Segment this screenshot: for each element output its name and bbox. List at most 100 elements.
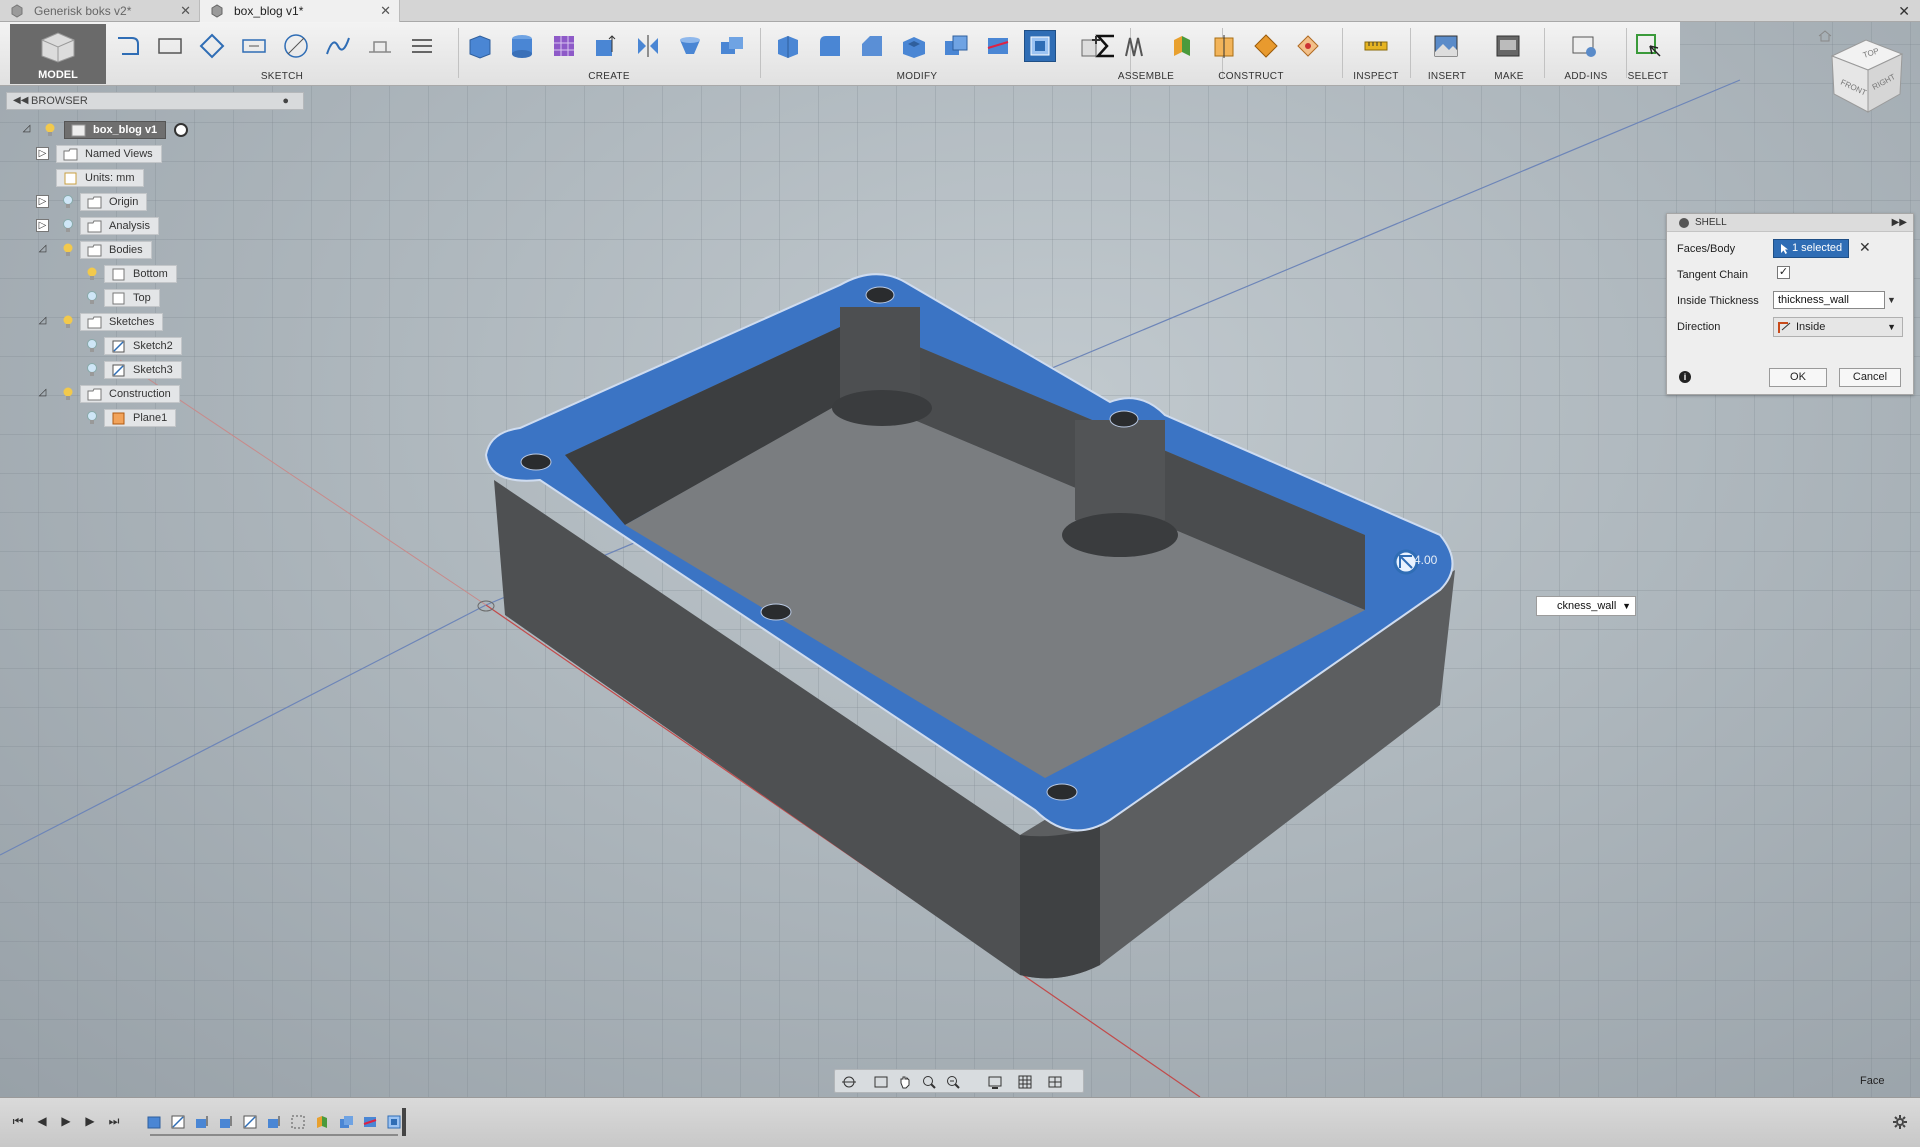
tab-box-blog[interactable]: box_blog v1* ✕ <box>200 0 400 22</box>
rectangle-tool-button[interactable] <box>154 30 186 62</box>
collapse-icon[interactable]: ◀◀ <box>13 93 28 109</box>
lightbulb-icon[interactable] <box>62 243 74 257</box>
lightbulb-icon[interactable] <box>86 291 98 305</box>
pan-hand-icon[interactable] <box>897 1074 913 1090</box>
collapse-icon[interactable]: ◿ <box>36 315 49 328</box>
mirror-button[interactable] <box>632 30 664 62</box>
joint-button[interactable] <box>1118 30 1150 62</box>
collapse-icon[interactable]: ◿ <box>36 243 49 256</box>
collapse-icon[interactable] <box>1679 218 1689 228</box>
lightbulb-icon[interactable] <box>62 387 74 401</box>
fillet-button[interactable] <box>814 30 846 62</box>
tree-node[interactable]: Named Views <box>56 145 162 163</box>
timeline-extrude-icon[interactable] <box>146 1114 162 1130</box>
lightbulb-icon[interactable] <box>86 411 98 425</box>
timeline-marker[interactable] <box>402 1108 406 1136</box>
addins-menu-label[interactable]: ADD-INS <box>1550 71 1622 82</box>
tree-node[interactable]: Sketch3 <box>104 361 182 379</box>
close-icon[interactable]: ✕ <box>380 0 391 22</box>
timeline-pattern-icon[interactable] <box>290 1114 306 1130</box>
timeline-pressPull-icon[interactable] <box>194 1114 210 1130</box>
collapse-icon[interactable]: ◿ <box>36 387 49 400</box>
tree-node[interactable]: Construction <box>80 385 180 403</box>
close-icon[interactable]: ✕ <box>180 0 191 22</box>
lightbulb-icon[interactable] <box>86 363 98 377</box>
measure-button[interactable] <box>1360 30 1392 62</box>
hole-button[interactable] <box>674 30 706 62</box>
timeline-shell-icon[interactable] <box>386 1114 402 1130</box>
select-button[interactable] <box>1632 30 1664 62</box>
timeline-plane-icon[interactable] <box>314 1114 330 1130</box>
expand-arrow-icon[interactable]: ▶▶ <box>1892 214 1907 232</box>
line-tool-button[interactable] <box>112 30 144 62</box>
chevron-down-icon[interactable]: ▼ <box>1887 291 1896 309</box>
insert-image-button[interactable] <box>1430 30 1462 62</box>
ok-button[interactable]: OK <box>1769 368 1827 387</box>
timeline-pressPull-icon[interactable] <box>218 1114 234 1130</box>
look-at-icon[interactable] <box>873 1074 889 1090</box>
minimize-icon[interactable]: ● <box>282 93 289 109</box>
dialog-header[interactable]: SHELL ▶▶ <box>1667 214 1913 232</box>
polygon-tool-button[interactable] <box>196 30 228 62</box>
tree-node[interactable]: Origin <box>80 193 148 211</box>
offset-plane-button[interactable] <box>1166 30 1198 62</box>
zoom-window-icon[interactable] <box>945 1074 961 1090</box>
go-to-end-icon[interactable]: ⏭ <box>106 1113 122 1129</box>
pattern-button[interactable] <box>716 30 748 62</box>
insert-menu-label[interactable]: INSERT <box>1416 71 1478 82</box>
tree-node[interactable]: Analysis <box>80 217 159 235</box>
cancel-button[interactable]: Cancel <box>1839 368 1901 387</box>
expand-icon[interactable]: ▷ <box>36 219 49 232</box>
modify-menu-label[interactable]: MODIFY <box>772 71 1062 82</box>
inside-thickness-input[interactable]: thickness_wall <box>1773 291 1885 309</box>
revolve-button[interactable] <box>506 30 538 62</box>
axis-button[interactable] <box>1250 30 1282 62</box>
point-button[interactable] <box>1292 30 1324 62</box>
grid-icon[interactable] <box>1017 1074 1033 1090</box>
activate-radio-icon[interactable] <box>174 123 188 137</box>
orbit-icon[interactable] <box>841 1074 857 1090</box>
direction-select[interactable]: Inside ▼ <box>1773 317 1903 337</box>
floating-thickness-input[interactable]: ckness_wall ▼ <box>1536 596 1636 616</box>
midplane-button[interactable] <box>1208 30 1240 62</box>
create-menu-label[interactable]: CREATE <box>464 71 754 82</box>
step-back-icon[interactable]: ◀ <box>34 1113 50 1129</box>
shell-tool-button[interactable] <box>898 30 930 62</box>
timeline-pressPull-icon[interactable] <box>266 1114 282 1130</box>
tree-node[interactable]: Bottom <box>104 265 177 283</box>
gear-icon[interactable] <box>1892 1114 1908 1130</box>
sketch-dimension-button[interactable] <box>406 30 438 62</box>
spline-tool-button[interactable] <box>322 30 354 62</box>
tab-generisk-boks[interactable]: Generisk boks v2* ✕ <box>0 0 200 22</box>
lightbulb-icon[interactable] <box>62 195 74 209</box>
clear-selection-icon[interactable]: ✕ <box>1859 239 1871 256</box>
split-body-button[interactable] <box>982 30 1014 62</box>
chamfer-button[interactable] <box>856 30 888 62</box>
go-to-start-icon[interactable]: ⏮ <box>10 1113 26 1129</box>
timeline-split-icon[interactable] <box>362 1114 378 1130</box>
timeline-sketch-icon[interactable] <box>242 1114 258 1130</box>
expand-icon[interactable]: ◿ <box>20 123 33 136</box>
play-icon[interactable]: ▶ <box>58 1113 74 1129</box>
tree-node[interactable]: box_blog v1 <box>64 121 167 139</box>
tree-node[interactable]: Plane1 <box>104 409 177 427</box>
tree-node[interactable]: Sketches <box>80 313 164 331</box>
tree-node[interactable]: Units: mm <box>56 169 144 187</box>
timeline-sketch-icon[interactable] <box>170 1114 186 1130</box>
viewports-icon[interactable] <box>1047 1074 1063 1090</box>
inspect-menu-label[interactable]: INSPECT <box>1346 71 1406 82</box>
construct-menu-label[interactable]: CONSTRUCT <box>1166 71 1336 82</box>
info-icon[interactable]: i <box>1679 371 1691 383</box>
expand-icon[interactable]: ▷ <box>36 147 49 160</box>
window-close-icon[interactable]: ✕ <box>1898 0 1910 22</box>
lightbulb-icon[interactable] <box>62 315 74 329</box>
new-component-button[interactable] <box>1076 30 1108 62</box>
press-pull-modify-button[interactable] <box>772 30 804 62</box>
timeline-combine-icon[interactable] <box>338 1114 354 1130</box>
active-shell-button[interactable] <box>1024 30 1056 62</box>
browser-panel-header[interactable]: ◀◀ BROWSER ● <box>6 92 304 110</box>
extrude-button[interactable] <box>464 30 496 62</box>
lightbulb-icon[interactable] <box>86 339 98 353</box>
model-scene[interactable] <box>0 22 1920 1097</box>
project-tool-button[interactable] <box>364 30 396 62</box>
